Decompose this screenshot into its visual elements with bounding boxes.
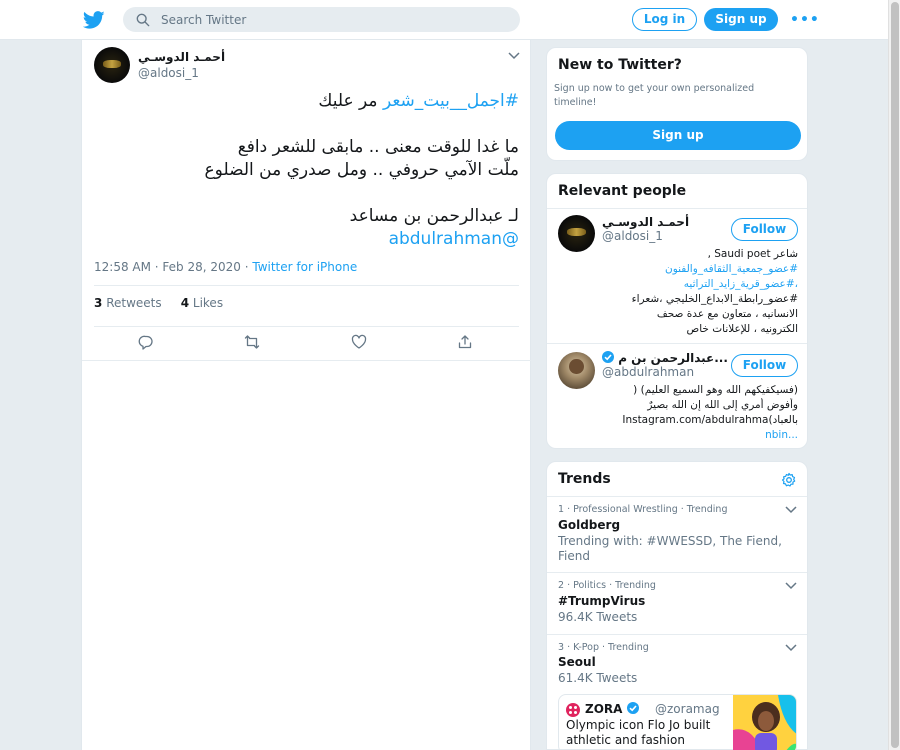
- signup-button[interactable]: Sign up: [704, 8, 778, 31]
- bio-line: الكترونيه ، للإعلانات خاص: [686, 323, 798, 335]
- person-bio: شاعر Saudi poet , #عضو_جمعية_الثقافه_وال…: [558, 247, 798, 337]
- reply-icon[interactable]: [138, 334, 154, 350]
- top-navigation-bar: Log in Sign up •••: [0, 0, 888, 40]
- new-to-twitter-card: New to Twitter? Sign up now to get your …: [546, 47, 808, 161]
- person-bio: (فسيكفيكهم الله وهو السميع العليم) ( وأف…: [558, 383, 798, 443]
- bio-line: الانسانيه ، متعاون مع عدة صحف: [656, 308, 798, 320]
- share-icon[interactable]: [457, 334, 473, 350]
- card-title: New to Twitter?: [558, 57, 682, 73]
- like-heart-icon[interactable]: [351, 334, 367, 350]
- search-icon: [136, 13, 150, 27]
- media-thumbnail: [733, 695, 796, 750]
- trend-meta: 3 · K-Pop · Trending: [558, 642, 649, 653]
- signup-cta-button[interactable]: Sign up: [555, 121, 801, 150]
- tweet-line: ما غدا للوقت معنى .. مابقى للشعر دافع: [237, 137, 519, 157]
- person-name-text: عبدالرحمن بن م...: [618, 351, 728, 365]
- follow-button[interactable]: Follow: [731, 218, 798, 241]
- bio-line: بالعباد)Instagram.com/abdulrahma: [622, 414, 798, 426]
- trend-media-card[interactable]: ZORA @zoramag Olympic icon Flo Jo built …: [558, 694, 797, 750]
- media-text: Olympic icon Flo Jo built athletic and f…: [566, 718, 711, 750]
- card-title: Trends: [558, 471, 611, 487]
- bio-hashtag[interactable]: #عضو_جمعية_الثقافه_والفنون: [558, 262, 798, 277]
- trend-meta: 2 · Politics · Trending: [558, 580, 656, 591]
- scrollbar[interactable]: [888, 0, 900, 750]
- media-author-handle: @zoramag: [655, 702, 720, 716]
- tweet-line: #اجمل__بيت_شعر مر عليك: [94, 90, 519, 113]
- card-title: Relevant people: [558, 183, 687, 199]
- trend-name[interactable]: Goldberg: [558, 518, 620, 532]
- tweet-line: ملّت الآمي حروفي .. ومل صدري من الضلوع: [204, 160, 519, 180]
- retweets-stat[interactable]: 3 Retweets: [94, 296, 162, 310]
- chevron-down-icon[interactable]: [508, 52, 520, 60]
- bio-line: #عضو_رابطة_الابداع_الخليجي ،شعراء: [631, 293, 798, 305]
- tweet-line: @abdulrahman: [94, 228, 519, 251]
- verified-badge-icon: [602, 351, 614, 363]
- media-author-name: ZORA: [585, 702, 639, 716]
- person-name[interactable]: أحمـد الدوسـي: [602, 215, 689, 229]
- card-description: Sign up now to get your own personalized…: [554, 83, 755, 108]
- bio-line: (فسيكفيكهم الله وهو السميع العليم) (: [633, 384, 798, 396]
- divider: [547, 343, 807, 344]
- divider: [547, 572, 807, 573]
- trend-meta: 1 · Professional Wrestling · Trending: [558, 504, 728, 515]
- author-name[interactable]: أحمـد الدوسـي: [138, 50, 225, 64]
- chevron-down-icon[interactable]: [785, 644, 797, 652]
- zora-logo-icon: [566, 703, 580, 717]
- tweet-line: لـ عبدالرحمن بن مساعد: [349, 206, 519, 226]
- hashtag-link[interactable]: #اجمل__بيت_شعر: [383, 91, 519, 111]
- gear-icon[interactable]: [781, 472, 797, 488]
- trend-name[interactable]: Seoul: [558, 655, 596, 669]
- scrollbar-thumb[interactable]: [891, 2, 899, 748]
- trend-name[interactable]: #TrumpVirus: [558, 594, 645, 608]
- chevron-down-icon[interactable]: [785, 582, 797, 590]
- search-input[interactable]: [161, 7, 501, 32]
- relevant-people-card: Relevant people أحمـد الدوسـي @aldosi_1 …: [546, 173, 808, 449]
- divider: [547, 208, 807, 209]
- tweet-detail: أحمـد الدوسـي @aldosi_1 #اجمل__بيت_شعر م…: [81, 40, 532, 750]
- person-handle[interactable]: @aldosi_1: [602, 229, 663, 243]
- chevron-down-icon[interactable]: [785, 506, 797, 514]
- follow-button[interactable]: Follow: [731, 354, 798, 377]
- bio-link[interactable]: nbin...: [558, 428, 798, 443]
- tweet-text: #اجمل__بيت_شعر مر عليك ما غدا للوقت معنى…: [94, 90, 519, 251]
- author-handle[interactable]: @aldosi_1: [138, 66, 199, 80]
- trend-subtext: 61.4K Tweets: [558, 671, 638, 685]
- author-avatar[interactable]: [94, 47, 130, 83]
- divider: [94, 285, 519, 286]
- trend-subtext: Trending with: #WWESSD, The Fiend, Fiend: [558, 534, 782, 563]
- bio-line: شاعر Saudi poet ,: [707, 248, 798, 260]
- divider: [94, 326, 519, 327]
- tweet-line-text: مر عليك: [318, 91, 383, 111]
- divider: [547, 496, 807, 497]
- likes-stat[interactable]: 4 Likes: [181, 296, 223, 310]
- divider: [547, 634, 807, 635]
- tweet-metadata: 12:58 AM · Feb 28, 2020 · Twitter for iP…: [94, 260, 357, 274]
- verified-badge-icon: [626, 702, 639, 714]
- trend-subtext: 96.4K Tweets: [558, 610, 638, 624]
- bio-hashtag[interactable]: ،#عضو_قرية_زايد_التراثيه: [558, 277, 798, 292]
- login-button[interactable]: Log in: [632, 8, 697, 31]
- trends-card: Trends 1 · Professional Wrestling · Tren…: [546, 461, 808, 750]
- meta-separator: ·: [240, 260, 253, 274]
- more-options-icon[interactable]: •••: [790, 12, 820, 28]
- retweet-icon[interactable]: [244, 334, 260, 350]
- tweet-stats: 3 Retweets 4 Likes: [94, 296, 223, 310]
- divider: [82, 360, 532, 361]
- tweet-timestamp[interactable]: 12:58 AM · Feb 28, 2020: [94, 260, 241, 274]
- tweet-source-link[interactable]: Twitter for iPhone: [252, 260, 357, 274]
- search-bar[interactable]: [123, 7, 520, 32]
- twitter-bird-icon[interactable]: [83, 9, 105, 31]
- person-handle[interactable]: @abdulrahman: [602, 365, 694, 379]
- mention-link[interactable]: @abdulrahman: [389, 229, 519, 249]
- person-name[interactable]: عبدالرحمن بن م...: [602, 351, 728, 365]
- bio-line: وأفوض أمري إلى الله إن الله بصيرٌ: [647, 399, 798, 411]
